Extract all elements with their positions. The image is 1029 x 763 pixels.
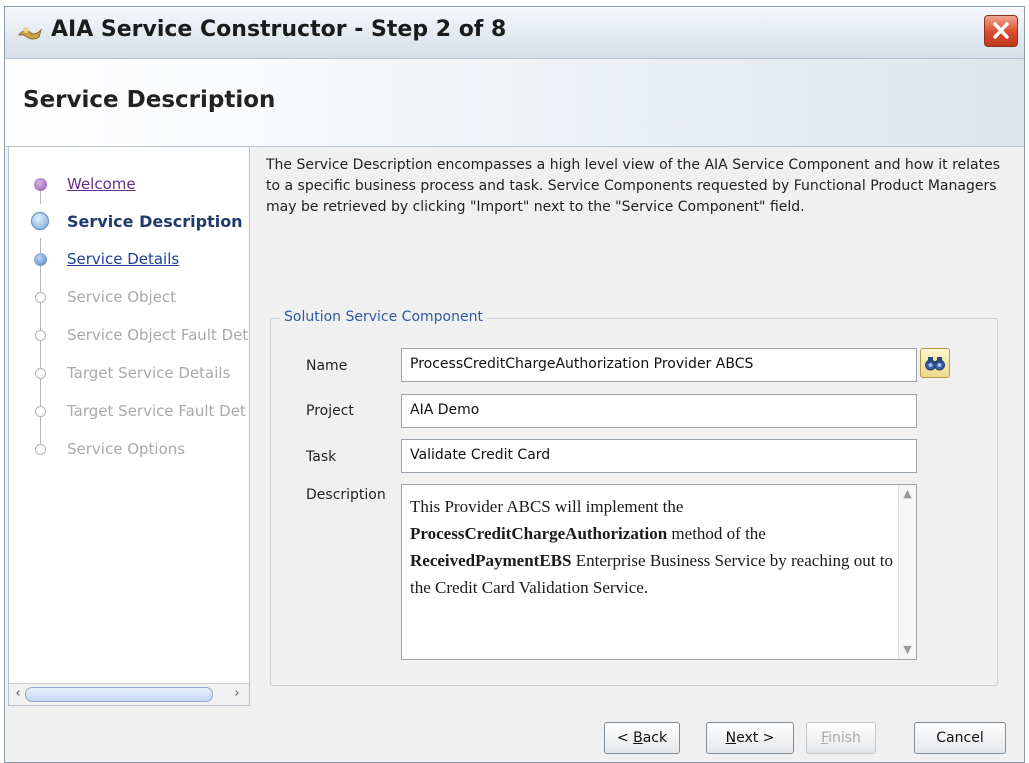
- step-link-icon: [34, 252, 47, 266]
- step-description: The Service Description encompasses a hi…: [266, 157, 1001, 215]
- project-field[interactable]: AIA Demo: [401, 394, 917, 428]
- step-visited-icon: [34, 177, 47, 191]
- nav-step-service-object-fault: Service Object Fault Det: [9, 318, 249, 352]
- scrollbar-thumb[interactable]: [25, 687, 213, 702]
- name-label: Name: [306, 358, 348, 374]
- bold-ebs-name: ReceivedPaymentEBS: [410, 551, 572, 570]
- task-label: Task: [306, 449, 337, 465]
- step-disabled-icon: [35, 329, 46, 341]
- task-field[interactable]: Validate Credit Card: [401, 439, 917, 473]
- nav-step-welcome[interactable]: Welcome: [9, 167, 249, 201]
- step-header: Service Description: [5, 59, 1024, 147]
- step-title: Service Description: [23, 87, 276, 113]
- nav-step-label: Target Service Details: [67, 364, 231, 382]
- step-disabled-icon: [35, 405, 46, 417]
- nav-step-label: Service Details: [67, 250, 180, 268]
- title-bar[interactable]: AIA Service Constructor - Step 2 of 8: [5, 7, 1024, 59]
- next-button[interactable]: Next >: [706, 722, 794, 754]
- scroll-right-icon[interactable]: ›: [229, 686, 245, 702]
- nav-horizontal-scrollbar[interactable]: ‹ ›: [9, 683, 249, 705]
- scroll-left-icon[interactable]: ‹: [10, 686, 26, 702]
- step-disabled-icon: [35, 291, 46, 303]
- nav-step-label: Target Service Fault Det: [67, 402, 246, 420]
- project-label: Project: [306, 403, 354, 419]
- name-field[interactable]: ProcessCreditChargeAuthorization Provide…: [401, 348, 917, 382]
- step-disabled-icon: [35, 367, 46, 379]
- wizard-app-icon: [17, 27, 43, 40]
- bold-method-name: ProcessCreditChargeAuthorization: [410, 524, 668, 543]
- nav-step-label: Service Object: [67, 288, 177, 306]
- cancel-button[interactable]: Cancel: [914, 722, 1006, 754]
- nav-step-label: Welcome: [67, 175, 136, 193]
- close-button[interactable]: [984, 15, 1018, 47]
- nav-step-service-object: Service Object: [9, 280, 249, 314]
- scroll-down-icon[interactable]: ▼: [899, 641, 916, 659]
- nav-step-service-details[interactable]: Service Details: [9, 242, 249, 276]
- group-legend: Solution Service Component: [280, 309, 487, 325]
- nav-step-service-options: Service Options: [9, 432, 249, 466]
- step-current-icon: [31, 212, 49, 230]
- import-service-button[interactable]: [920, 348, 950, 378]
- description-text: This Provider ABCS will implement the Pr…: [410, 497, 893, 597]
- nav-step-label: Service Options: [67, 440, 186, 458]
- step-disabled-icon: [35, 443, 46, 455]
- nav-step-service-description[interactable]: Service Description: [9, 204, 249, 238]
- scroll-up-icon[interactable]: ▲: [899, 485, 916, 503]
- finish-button: Finish: [806, 722, 876, 754]
- window-title: AIA Service Constructor - Step 2 of 8: [51, 17, 507, 42]
- close-icon: [993, 22, 1009, 39]
- nav-step-target-service-fault: Target Service Fault Det: [9, 394, 249, 428]
- description-label: Description: [306, 487, 386, 503]
- back-button[interactable]: < Back: [604, 722, 680, 754]
- nav-step-label: Service Description: [67, 211, 243, 231]
- nav-step-target-service-details: Target Service Details: [9, 356, 249, 390]
- description-textarea[interactable]: This Provider ABCS will implement the Pr…: [401, 484, 917, 660]
- step-navigation: Welcome Service Description Service Deta…: [8, 146, 250, 706]
- search-binoculars-icon: [925, 357, 945, 371]
- description-vertical-scrollbar[interactable]: ▲ ▼: [898, 485, 916, 659]
- nav-step-label: Service Object Fault Det: [67, 326, 249, 344]
